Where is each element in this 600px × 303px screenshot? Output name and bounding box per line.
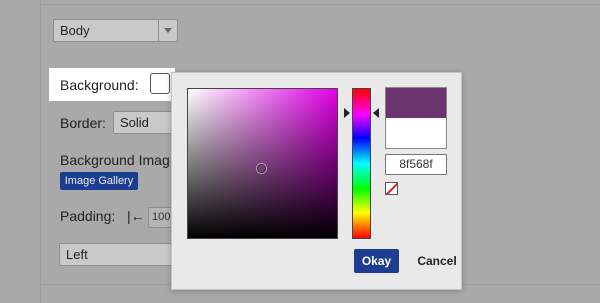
color-cursor-handle[interactable] — [257, 164, 266, 173]
top-divider — [40, 4, 600, 5]
background-image-label: Background Imag — [60, 152, 170, 168]
background-label: Background: — [60, 77, 139, 93]
align-select[interactable]: Left — [59, 243, 184, 266]
hue-pointer-right-icon — [373, 108, 379, 118]
okay-button[interactable]: Okay — [354, 249, 399, 273]
new-color-preview — [386, 88, 446, 118]
element-select[interactable]: Body — [53, 19, 178, 42]
image-gallery-button[interactable]: Image Gallery — [60, 172, 138, 190]
padding-label: Padding: — [60, 208, 116, 224]
align-select-value: Left — [66, 247, 88, 262]
chevron-down-icon — [158, 20, 177, 41]
element-select-value: Body — [60, 23, 90, 38]
background-color-swatch[interactable] — [150, 73, 170, 94]
panel-left-border — [40, 0, 41, 303]
padding-left-icon: |← — [127, 208, 145, 224]
hue-pointer-left-icon — [344, 108, 350, 118]
border-label: Border: — [60, 115, 106, 131]
hex-color-input[interactable]: 8f568f — [385, 154, 447, 175]
color-preview — [385, 87, 447, 149]
saturation-value-area[interactable] — [187, 88, 338, 239]
no-color-icon[interactable] — [385, 182, 398, 195]
hue-slider[interactable] — [352, 88, 371, 239]
color-picker-popup: 8f568f Okay Cancel — [171, 72, 462, 290]
original-color-preview[interactable] — [386, 118, 446, 148]
cancel-button[interactable]: Cancel — [412, 249, 462, 273]
border-style-value: Solid — [120, 115, 149, 130]
